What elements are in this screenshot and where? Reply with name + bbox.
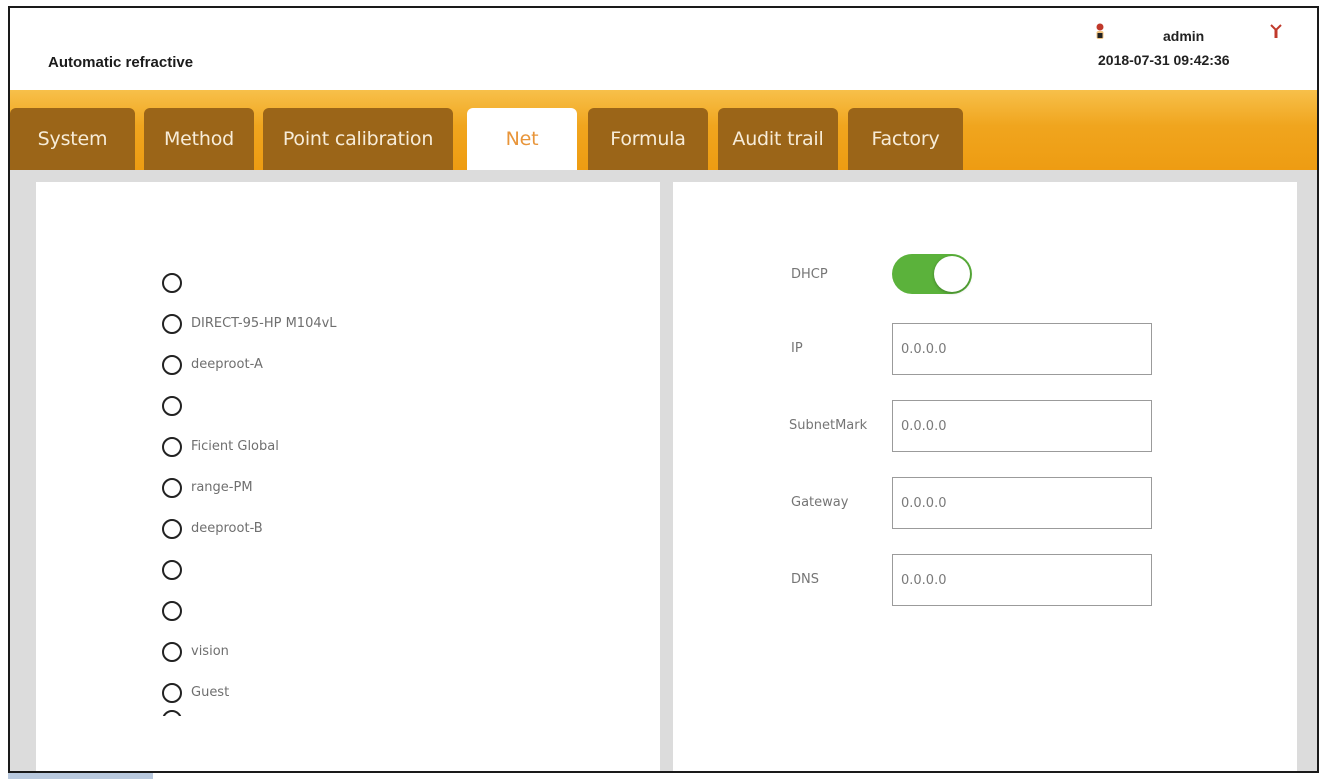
wifi-item[interactable]: deeproot-B [162, 508, 562, 549]
datetime: 2018-07-31 09:42:36 [1098, 52, 1230, 68]
radio-button[interactable] [162, 313, 182, 334]
radio-button[interactable] [162, 477, 182, 498]
radio-button[interactable] [162, 559, 182, 580]
radio-button[interactable] [162, 682, 182, 703]
wifi-ssid: vision [191, 644, 229, 659]
wifi-item[interactable]: range-PM [162, 467, 562, 508]
tab-bar: System Method Point calibration Net Form… [10, 90, 1317, 170]
wifi-ssid: deeproot-A [191, 357, 263, 372]
wifi-item[interactable] [162, 385, 562, 426]
radio-button[interactable] [162, 641, 182, 662]
tab-point-calibration[interactable]: Point calibration [263, 108, 453, 170]
radio-button[interactable] [162, 600, 182, 621]
radio-button[interactable] [162, 272, 182, 293]
bottom-strip [8, 773, 153, 779]
tab-formula[interactable]: Formula [588, 108, 708, 170]
gateway-input[interactable]: 0.0.0.0 [892, 477, 1152, 529]
dhcp-toggle[interactable] [892, 254, 972, 294]
ip-label: IP [791, 341, 803, 356]
radio-button[interactable] [162, 354, 182, 375]
dns-label: DNS [791, 572, 819, 587]
radio-button[interactable] [162, 518, 182, 539]
subnet-input[interactable]: 0.0.0.0 [892, 400, 1152, 452]
user-info: admin 2018-07-31 09:42:36 [1093, 22, 1283, 72]
header: Automatic refractive admin 2018-07-31 09… [10, 8, 1317, 90]
tab-system[interactable]: System [10, 108, 135, 170]
gateway-label: Gateway [791, 495, 849, 510]
content-area: DIRECT-95-HP M104vL deeproot-A Ficient G… [10, 170, 1317, 771]
ip-input[interactable]: 0.0.0.0 [892, 323, 1152, 375]
wifi-ssid: range-PM [191, 480, 253, 495]
partial-radio-button[interactable] [162, 710, 182, 716]
wifi-item[interactable]: deeproot-A [162, 344, 562, 385]
wifi-ssid: Ficient Global [191, 439, 279, 454]
logout-icon[interactable] [1269, 22, 1283, 42]
wifi-ssid: deeproot-B [191, 521, 263, 536]
dhcp-label: DHCP [791, 267, 828, 282]
tab-factory[interactable]: Factory [848, 108, 963, 170]
radio-button[interactable] [162, 395, 182, 416]
wifi-item[interactable] [162, 549, 562, 590]
subnet-label: SubnetMark [789, 418, 868, 433]
network-settings-panel: DHCP IP 0.0.0.0 SubnetMark 0.0.0.0 Gatew… [673, 182, 1297, 771]
tab-method[interactable]: Method [144, 108, 254, 170]
app-title: Automatic refractive [48, 54, 194, 71]
wifi-item[interactable] [162, 262, 562, 303]
wifi-item[interactable]: vision [162, 631, 562, 672]
app-window: Automatic refractive admin 2018-07-31 09… [8, 6, 1319, 773]
wifi-item[interactable] [162, 590, 562, 631]
dns-input[interactable]: 0.0.0.0 [892, 554, 1152, 606]
wifi-list: DIRECT-95-HP M104vL deeproot-A Ficient G… [162, 262, 562, 713]
wifi-ssid: Guest [191, 685, 230, 700]
tab-net[interactable]: Net [467, 108, 577, 170]
wifi-item[interactable]: Guest [162, 672, 562, 713]
wifi-item[interactable]: Ficient Global [162, 426, 562, 467]
wifi-item[interactable]: DIRECT-95-HP M104vL [162, 303, 562, 344]
wifi-panel: DIRECT-95-HP M104vL deeproot-A Ficient G… [36, 182, 660, 771]
user-name: admin [1163, 28, 1205, 44]
toggle-knob [934, 256, 970, 292]
tab-audit-trail[interactable]: Audit trail [718, 108, 838, 170]
user-icon[interactable] [1093, 22, 1107, 42]
wifi-ssid: DIRECT-95-HP M104vL [191, 316, 337, 331]
radio-button[interactable] [162, 436, 182, 457]
